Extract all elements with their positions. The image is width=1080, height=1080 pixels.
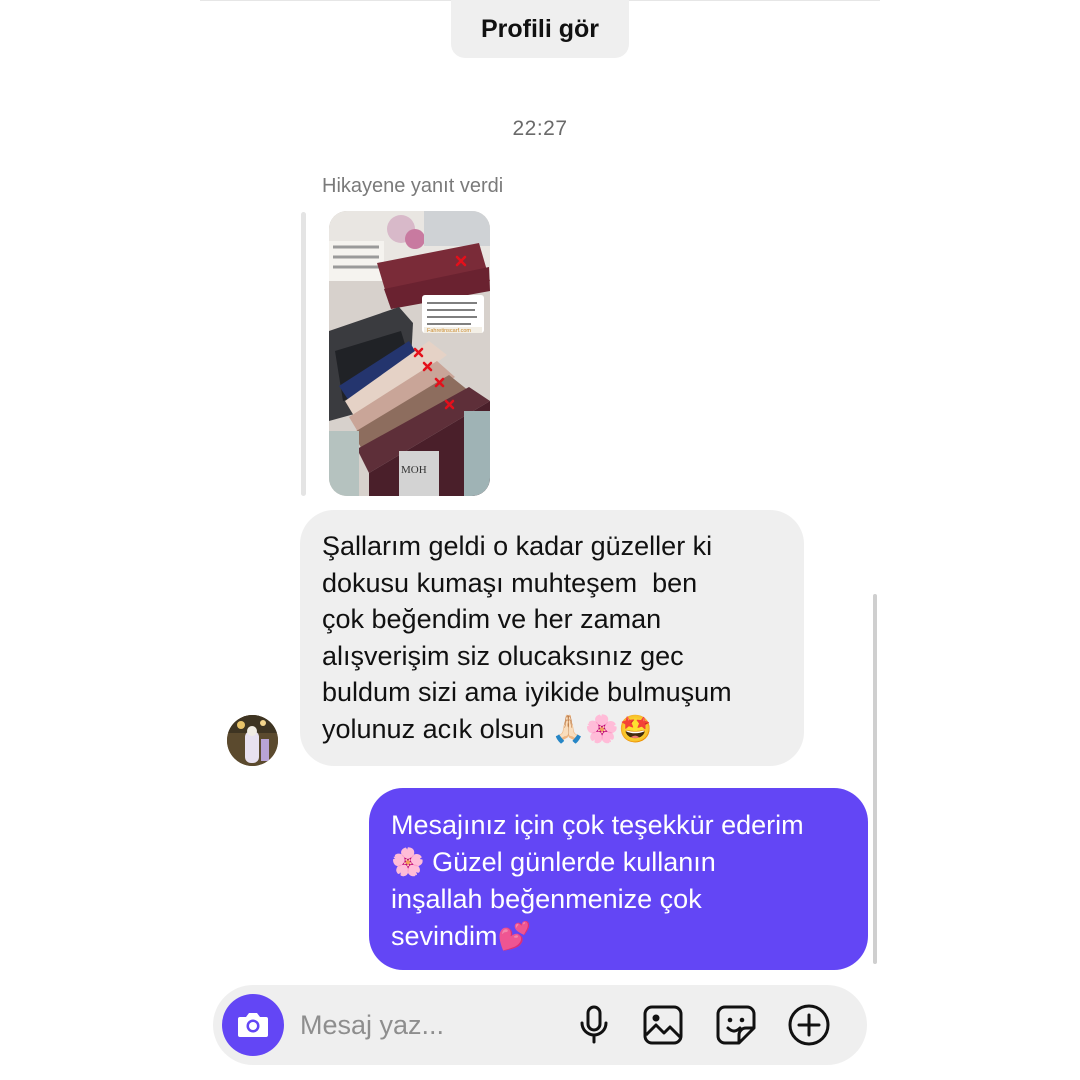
view-profile-button[interactable]: Profili gör [451,0,629,58]
story-thumbnail-image: Fahretinscarf.com MOH [329,211,490,496]
scrollbar[interactable] [873,594,877,964]
reply-quote-bar [301,212,306,496]
message-input[interactable] [300,1004,550,1046]
outgoing-message-bubble[interactable]: Mesajınız için çok teşekkür ederim 🌸 Güz… [369,788,868,970]
microphone-button[interactable] [572,1003,616,1047]
story-reply-label: Hikayene yanıt verdi [322,175,504,197]
message-timestamp: 22:27 [512,117,568,140]
story-caption-link: Fahretinscarf.com [427,328,471,334]
avatar-image [227,715,278,766]
add-icon [788,1004,830,1046]
add-button[interactable] [787,1003,831,1047]
sender-avatar[interactable] [227,715,278,766]
microphone-icon [580,1005,608,1044]
story-thumbnail[interactable]: Fahretinscarf.com MOH [329,211,490,496]
gallery-button[interactable] [641,1003,685,1047]
sticker-icon [716,1005,756,1045]
camera-button[interactable] [222,994,284,1056]
sticker-button[interactable] [714,1003,758,1047]
svg-text:MOH: MOH [401,464,427,476]
gallery-icon [643,1005,683,1045]
incoming-message-bubble[interactable]: Şallarım geldi o kadar güzeller ki dokus… [300,510,804,766]
camera-icon [238,1013,268,1037]
